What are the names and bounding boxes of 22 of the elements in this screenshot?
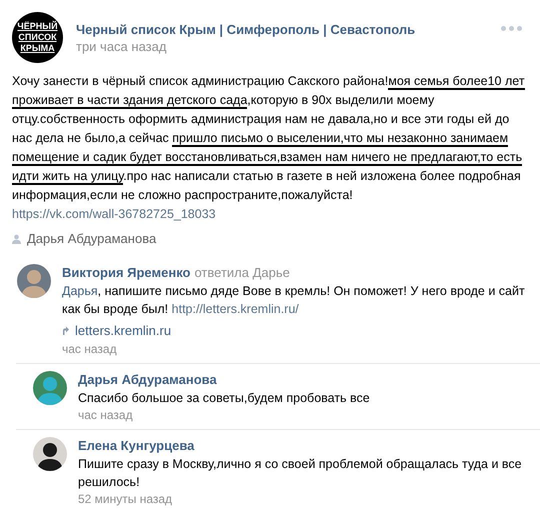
post-text: Хочу занести в чёрный список администрацию Сакского района!моя семья более10 лет проживает в части здания детского сада,которую в 90х выделили моему отцу.собственность оформить администрация нам не давала,но и все эти годы ей до нас дела не было,а сейчас пришло письмо о выселении,что мы незаконно занимаем помещение и садик будет восстановливаться,взамен нам ничего не предлагают,то есть идти жить на улицу.про нас написали статью в газете в ней изложена более подробная информация,если не сложно распространите,пожалуйста! https://vk.com/wall-36782725_18033 <box>11 73 526 223</box>
comment-text: Дарья, напишите письмо дяде Вове в кремль! Он поможет! У него вроде и сайт как бы вроде был! http://letters.kremlin.ru/ <box>62 282 526 318</box>
comment-text: Спасибо большое за советы,будем пробовать все <box>78 390 371 407</box>
attachment-link[interactable]: letters.kremlin.ru <box>75 320 172 340</box>
commenter-name[interactable]: Виктория Яременко <box>62 264 190 282</box>
post-link[interactable]: https://vk.com/wall-36782725_18033 <box>12 207 216 221</box>
commenter-name[interactable]: Дарья Абдураманова <box>78 371 217 389</box>
group-logo[interactable]: ЧЁРНЫЙ СПИСОК КРЫМА <box>12 12 63 63</box>
person-icon <box>12 234 21 244</box>
commenter-name[interactable]: Елена Кунгурцева <box>78 437 194 455</box>
comment-text: Пишите сразу в Москву,лично я со своей проблемой обращалась туда и все решилось! <box>78 456 523 491</box>
comment-time[interactable]: 52 минуты назад <box>78 491 172 508</box>
reply-to-link[interactable]: ответила Дарье <box>194 264 290 282</box>
post-time: три часа назад <box>76 38 168 54</box>
avatar[interactable] <box>33 437 67 471</box>
comment-link[interactable]: http://letters.kremlin.ru/ <box>172 302 299 316</box>
comment-time[interactable]: час назад <box>78 407 133 424</box>
mention-link[interactable]: Дарья <box>62 284 98 298</box>
share-arrow-icon <box>62 326 69 335</box>
comment-time[interactable]: час назад <box>62 341 117 358</box>
group-name-link[interactable]: Черный список Крым | Симферополь | Севастополь <box>76 20 501 38</box>
post-signature[interactable]: Дарья Абдураманова <box>27 229 156 248</box>
